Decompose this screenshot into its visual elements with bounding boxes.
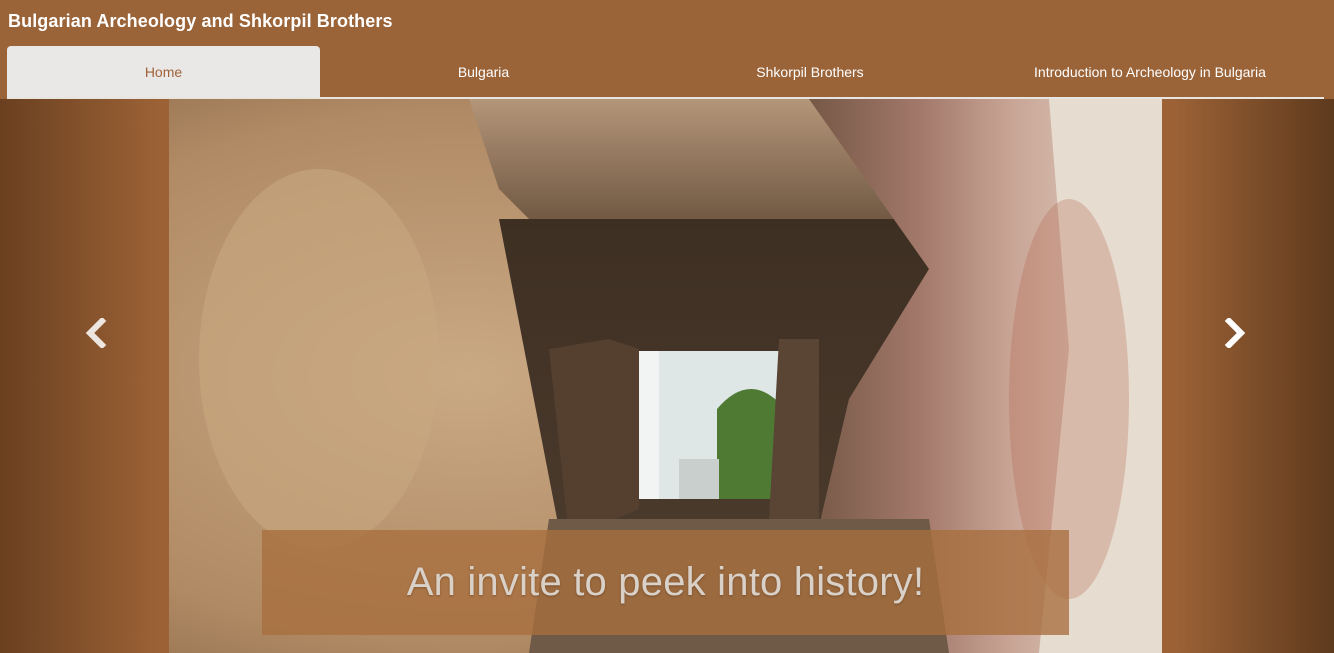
carousel-next-button[interactable] xyxy=(1215,311,1255,355)
chevron-left-icon xyxy=(85,318,107,348)
nav-item-bulgaria[interactable]: Bulgaria xyxy=(320,46,647,97)
chevron-right-icon xyxy=(1224,318,1246,348)
caption-text: An invite to peek into history! xyxy=(406,560,925,604)
image-carousel: An invite to peek into history! xyxy=(0,99,1334,653)
nav-item-home[interactable]: Home xyxy=(7,46,320,97)
site-header: Bulgarian Archeology and Shkorpil Brothe… xyxy=(0,0,1334,99)
carousel-caption: An invite to peek into history! xyxy=(262,530,1069,635)
site-title: Bulgarian Archeology and Shkorpil Brothe… xyxy=(8,11,393,31)
main-nav: Home Bulgaria Shkorpil Brothers Introduc… xyxy=(0,46,1334,98)
carousel-prev-button[interactable] xyxy=(76,311,116,355)
nav-item-introduction-to-archeology[interactable]: Introduction to Archeology in Bulgaria xyxy=(973,46,1327,97)
nav-item-shkorpil-brothers[interactable]: Shkorpil Brothers xyxy=(647,46,973,97)
